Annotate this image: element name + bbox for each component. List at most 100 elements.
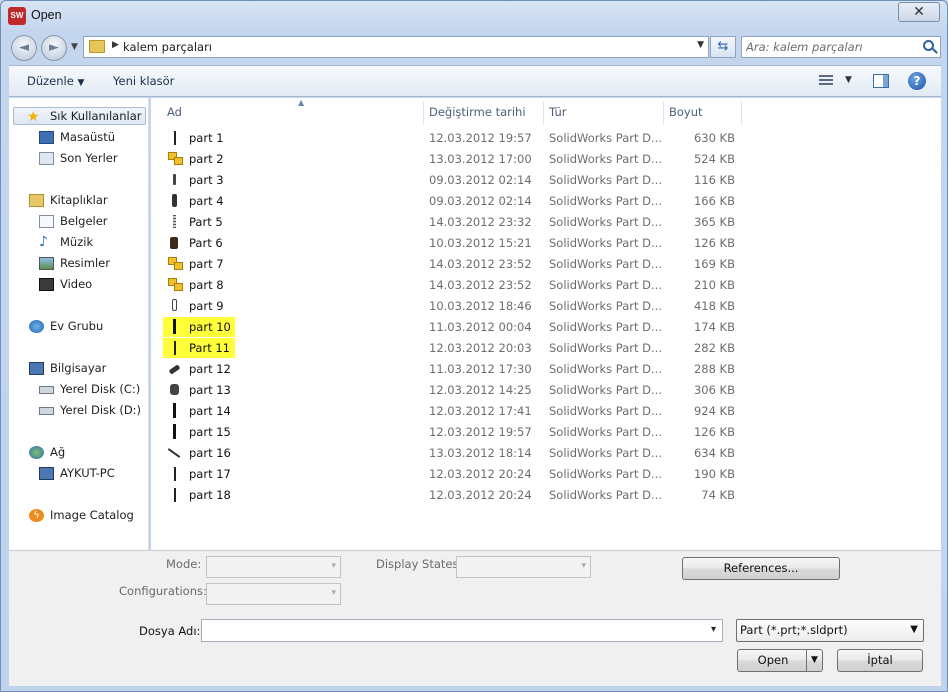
- file-size: 126 KB: [693, 425, 735, 439]
- search-box[interactable]: [741, 36, 941, 58]
- new-folder-button[interactable]: Yeni klasör: [113, 74, 174, 88]
- file-type: SolidWorks Part D...: [549, 467, 662, 481]
- file-name: part 14: [189, 404, 231, 418]
- file-date: 13.03.2012 17:00: [429, 152, 532, 166]
- column-header-size[interactable]: Boyut: [663, 101, 741, 125]
- file-row[interactable]: part 8 14.03.2012 23:52 SolidWorks Part D.…: [151, 275, 751, 296]
- refresh-button[interactable]: ⇆: [710, 36, 736, 58]
- preview-pane-icon[interactable]: [873, 74, 889, 88]
- open-label: Open: [757, 653, 789, 667]
- folder-icon: [89, 40, 105, 53]
- navigation-bar: ◄ ► ▼ ▶ kalem parçaları ▼ ⇆: [9, 33, 941, 61]
- file-row[interactable]: part 15 12.03.2012 19:57 SolidWorks Part D…: [151, 422, 751, 443]
- libraries-icon: [29, 194, 44, 207]
- pen-tip-icon: [173, 174, 176, 185]
- open-dialog: SW Open ✕ ◄ ► ▼ ▶ kalem parçaları ▼ ⇆ Dü…: [0, 0, 948, 692]
- file-size: 166 KB: [693, 194, 735, 208]
- file-row[interactable]: part 17 12.03.2012 20:24 SolidWorks Part D…: [151, 464, 751, 485]
- file-type-filter-select[interactable]: Part (*.prt;*.sldprt) ▼: [736, 619, 924, 642]
- assembly-cubes-icon: [168, 257, 184, 271]
- grip-icon: [168, 364, 181, 375]
- help-icon[interactable]: ?: [908, 72, 926, 90]
- file-row[interactable]: part 12 11.03.2012 17:30 SolidWorks Part D…: [151, 359, 751, 380]
- close-button[interactable]: ✕: [898, 2, 940, 22]
- cancel-button[interactable]: İptal: [837, 649, 923, 672]
- file-row[interactable]: part 10 11.03.2012 00:04 SolidWorks Part D…: [151, 317, 751, 338]
- file-row[interactable]: part 9 10.03.2012 18:46 SolidWorks Part D.…: [151, 296, 751, 317]
- file-name: part 3: [189, 173, 224, 187]
- file-name: part 16: [189, 446, 231, 460]
- file-name: part 15: [189, 425, 231, 439]
- address-dropdown-icon[interactable]: ▼: [697, 40, 704, 50]
- file-name: part 12: [189, 362, 231, 376]
- title-bar[interactable]: SW Open ✕: [1, 1, 947, 31]
- thin-rod-icon: [174, 488, 176, 502]
- assembly-cubes-icon: [168, 278, 184, 292]
- file-type: SolidWorks Part D...: [549, 215, 662, 229]
- column-divider[interactable]: [741, 101, 742, 125]
- file-size: 524 KB: [693, 152, 735, 166]
- file-row[interactable]: part 4 09.03.2012 02:14 SolidWorks Part D.…: [151, 191, 751, 212]
- search-input[interactable]: [746, 39, 916, 55]
- file-row[interactable]: part 18 12.03.2012 20:24 SolidWorks Part D…: [151, 485, 751, 506]
- open-options-dropdown-icon[interactable]: ▼: [806, 650, 822, 671]
- file-type: SolidWorks Part D...: [549, 362, 662, 376]
- references-button[interactable]: References...: [682, 557, 840, 580]
- file-type: SolidWorks Part D...: [549, 236, 662, 250]
- window-title: Open: [31, 8, 62, 22]
- organize-menu[interactable]: Düzenle ▼: [27, 74, 84, 88]
- mode-label: Mode:: [166, 557, 202, 571]
- file-size: 306 KB: [693, 383, 735, 397]
- file-name: Part 6: [189, 236, 223, 250]
- file-date: 09.03.2012 02:14: [429, 173, 532, 187]
- file-row[interactable]: part 14 12.03.2012 17:41 SolidWorks Part D…: [151, 401, 751, 422]
- file-date: 12.03.2012 17:41: [429, 404, 532, 418]
- address-bar[interactable]: ▶ kalem parçaları ▼: [83, 36, 709, 58]
- thin-rod-icon: [174, 131, 176, 145]
- mode-select[interactable]: [206, 556, 341, 578]
- sort-ascending-icon: ▲: [298, 98, 305, 107]
- recent-pages-dropdown-icon[interactable]: ▼: [71, 42, 78, 52]
- pen-body-icon: [172, 194, 177, 207]
- file-list[interactable]: Ad ▲ Değiştirme tarihi Tür Boyut part 1 1…: [151, 98, 941, 550]
- back-button[interactable]: ◄: [11, 35, 37, 61]
- hard-drive-icon: [39, 386, 54, 394]
- file-row[interactable]: Part 11 12.03.2012 20:03 SolidWorks Part D…: [151, 338, 751, 359]
- file-row[interactable]: Part 5 14.03.2012 23:32 SolidWorks Part D.…: [151, 212, 751, 233]
- display-states-select[interactable]: [456, 556, 591, 578]
- file-row[interactable]: part 16 13.03.2012 18:14 SolidWorks Part D…: [151, 443, 751, 464]
- view-options-icon[interactable]: [819, 75, 833, 87]
- display-states-label: Display States:: [376, 557, 463, 571]
- file-type: SolidWorks Part D...: [549, 152, 662, 166]
- column-header-name[interactable]: Ad ▲: [161, 98, 423, 125]
- chevron-down-icon: ▼: [910, 624, 918, 635]
- file-date: 11.03.2012 00:04: [429, 320, 532, 334]
- file-date: 12.03.2012 20:24: [429, 488, 532, 502]
- column-header-date[interactable]: Değiştirme tarihi: [423, 101, 543, 125]
- file-row[interactable]: Part 6 10.03.2012 15:21 SolidWorks Part D.…: [151, 233, 751, 254]
- file-size: 174 KB: [693, 320, 735, 334]
- file-type: SolidWorks Part D...: [549, 488, 662, 502]
- file-row[interactable]: part 1 12.03.2012 19:57 SolidWorks Part D.…: [151, 128, 751, 149]
- open-button[interactable]: Open ▼: [737, 649, 823, 672]
- file-row[interactable]: part 7 14.03.2012 23:52 SolidWorks Part D.…: [151, 254, 751, 275]
- file-name: part 2: [189, 152, 224, 166]
- forward-button[interactable]: ►: [41, 35, 67, 61]
- file-row[interactable]: part 2 13.03.2012 17:00 SolidWorks Part D.…: [151, 149, 751, 170]
- breadcrumb[interactable]: kalem parçaları: [123, 40, 212, 54]
- column-header-type[interactable]: Tür: [543, 101, 663, 125]
- file-row[interactable]: part 3 09.03.2012 02:14 SolidWorks Part D.…: [151, 170, 751, 191]
- button-icon: [170, 384, 179, 395]
- breadcrumb-arrow-icon[interactable]: ▶: [112, 40, 119, 50]
- search-icon[interactable]: [923, 40, 934, 51]
- file-row[interactable]: part 13 12.03.2012 14:25 SolidWorks Part D…: [151, 380, 751, 401]
- file-name: part 8: [189, 278, 224, 292]
- view-dropdown-icon[interactable]: ▼: [845, 75, 852, 85]
- solidworks-icon: SW: [8, 7, 26, 25]
- file-date: 10.03.2012 18:46: [429, 299, 532, 313]
- sidebar-item-favorites[interactable]: ★ Sık Kullanılanlar: [13, 107, 146, 125]
- configurations-select[interactable]: [206, 583, 341, 605]
- thick-rod-icon: [173, 424, 176, 439]
- file-size: 74 KB: [701, 488, 735, 502]
- filename-input[interactable]: [201, 619, 723, 642]
